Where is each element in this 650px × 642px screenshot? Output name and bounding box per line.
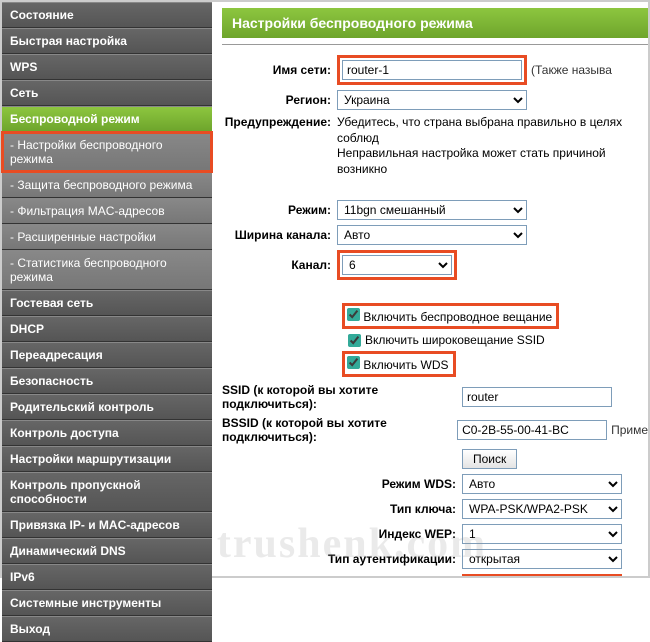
nav-guest[interactable]: Гостевая сеть — [2, 290, 212, 316]
ssid-connect-label: SSID (к которой вы хотите подключиться): — [222, 383, 462, 411]
nav-quick-setup[interactable]: Быстрая настройка — [2, 28, 212, 54]
bssid-input[interactable] — [457, 420, 607, 440]
ssid-input[interactable] — [342, 60, 522, 80]
key-type-label: Тип ключа: — [222, 502, 462, 516]
cb1-label: Включить беспроводное вещание — [363, 310, 552, 324]
chwidth-label: Ширина канала: — [222, 228, 337, 242]
nav-routing[interactable]: Настройки маршрутизации — [2, 446, 212, 472]
key-type-select[interactable]: WPA-PSK/WPA2-PSK — [462, 499, 622, 519]
nav-forwarding[interactable]: Переадресация — [2, 342, 212, 368]
cb2-label: Включить широковещание SSID — [365, 333, 545, 347]
nav-access-control[interactable]: Контроль доступа — [2, 420, 212, 446]
auth-select[interactable]: открытая — [462, 549, 622, 569]
ssid-note: (Также называ — [531, 63, 612, 77]
nav-network[interactable]: Сеть — [2, 80, 212, 106]
nav-ddns[interactable]: Динамический DNS — [2, 538, 212, 564]
nav-logout[interactable]: Выход — [2, 616, 212, 642]
nav-wps[interactable]: WPS — [2, 54, 212, 80]
cb3-label: Включить WDS — [363, 358, 448, 372]
nav-system-tools[interactable]: Системные инструменты — [2, 590, 212, 616]
nav-wireless[interactable]: Беспроводной режим — [2, 106, 212, 132]
cb1-input[interactable] — [347, 308, 360, 321]
nav-ipv6[interactable]: IPv6 — [2, 564, 212, 590]
mode-select[interactable]: 11bgn смешанный — [337, 200, 527, 220]
ssid-connect-input[interactable] — [462, 387, 612, 407]
cb-wds[interactable]: Включить WDS — [342, 351, 648, 377]
divider — [222, 44, 648, 45]
ssid-label: Имя сети: — [222, 63, 337, 77]
nav-status[interactable]: Состояние — [2, 2, 212, 28]
nav-mac-filter[interactable]: - Фильтрация MAC-адресов — [2, 198, 212, 224]
wep-index-label: Индекс WEP: — [222, 527, 462, 541]
mode-label: Режим: — [222, 203, 337, 217]
nav-wireless-settings[interactable]: - Настройки беспроводного режима — [2, 132, 212, 172]
cb2-input[interactable] — [348, 334, 361, 347]
cb-ssid-broadcast[interactable]: Включить широковещание SSID — [348, 333, 648, 347]
warning-text-2: Неправильная настройка может стать причи… — [337, 146, 648, 177]
panel-title: Настройки беспроводного режима — [222, 8, 648, 38]
cb-wireless-broadcast[interactable]: Включить беспроводное вещание — [342, 303, 648, 329]
warning-label: Предупреждение: — [222, 115, 337, 129]
nav-dhcp[interactable]: DHCP — [2, 316, 212, 342]
content-panel: Настройки беспроводного режима Имя сети:… — [212, 2, 648, 576]
search-button[interactable]: Поиск — [462, 449, 517, 469]
nav-ip-mac-binding[interactable]: Привязка IP- и MAC-адресов — [2, 512, 212, 538]
nav-bandwidth[interactable]: Контроль пропускной способности — [2, 472, 212, 512]
wep-index-select[interactable]: 1 — [462, 524, 622, 544]
nav-wireless-security[interactable]: - Защита беспроводного режима — [2, 172, 212, 198]
channel-label: Канал: — [222, 258, 337, 272]
warning-text-1: Убедитесь, что страна выбрана правильно … — [337, 115, 648, 146]
region-select[interactable]: Украина — [337, 90, 527, 110]
nav-security[interactable]: Безопасность — [2, 368, 212, 394]
nav-advanced[interactable]: - Расширенные настройки — [2, 224, 212, 250]
nav-wireless-stats[interactable]: - Статистика беспроводного режима — [2, 250, 212, 290]
auth-label: Тип аутентификации: — [222, 552, 462, 566]
cb3-input[interactable] — [347, 356, 360, 369]
sidebar: Состояние Быстрая настройка WPS Сеть Бес… — [2, 2, 212, 576]
wds-mode-select[interactable]: Авто — [462, 474, 622, 494]
chwidth-select[interactable]: Авто — [337, 225, 527, 245]
region-label: Регион: — [222, 93, 337, 107]
bssid-label: BSSID (к которой вы хотите подключиться)… — [222, 416, 457, 444]
wds-mode-label: Режим WDS: — [222, 477, 462, 491]
nav-parental[interactable]: Родительский контроль — [2, 394, 212, 420]
channel-select[interactable]: 6 — [342, 255, 452, 275]
bssid-note: Приме — [611, 423, 648, 437]
